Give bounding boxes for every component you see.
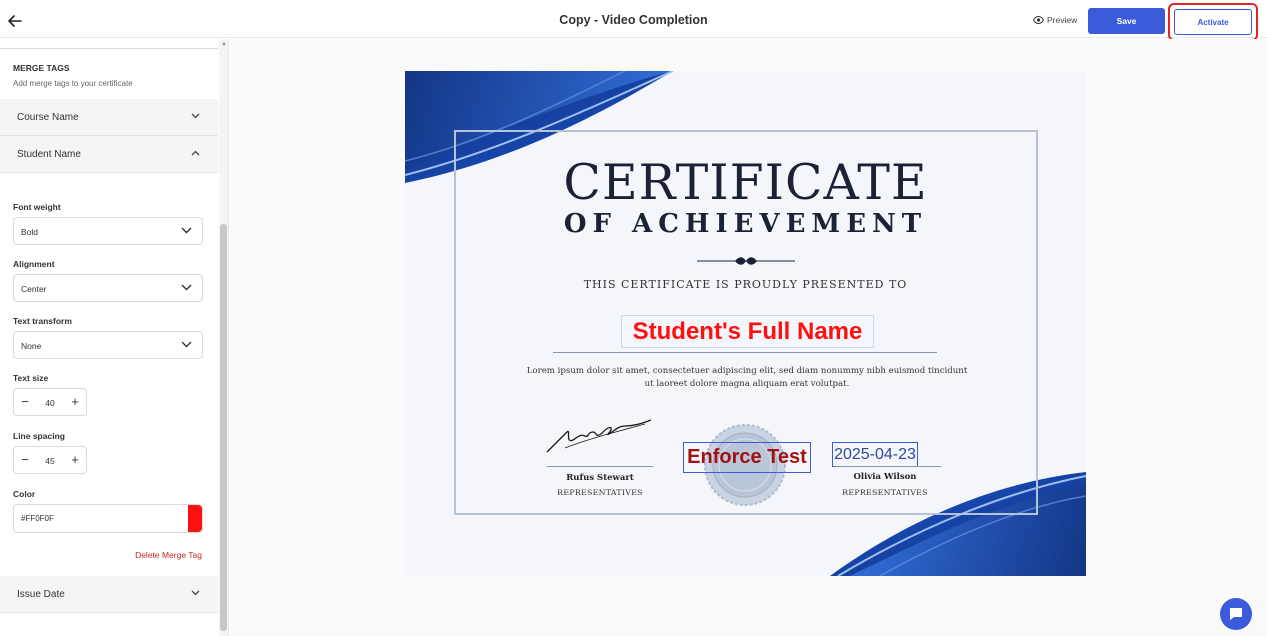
text-transform-value: None xyxy=(21,341,42,351)
alignment-select[interactable]: Center xyxy=(13,274,203,302)
chevron-down-icon xyxy=(181,227,192,234)
decrement-button[interactable]: − xyxy=(14,447,36,473)
signature-image xyxy=(546,419,652,453)
scrollbar-thumb[interactable] xyxy=(220,224,227,631)
decrement-button[interactable]: − xyxy=(14,389,36,415)
accordion-label: Student Name xyxy=(17,149,81,160)
body-line: Lorem ipsum dolor sit amet, consectetuer… xyxy=(526,366,968,376)
delete-merge-tag-link[interactable]: Delete Merge Tag xyxy=(135,550,202,560)
section-title: MERGE TAGS xyxy=(13,63,70,73)
chevron-down-icon xyxy=(191,590,200,596)
text-transform-label: Text transform xyxy=(13,316,72,326)
name-underline xyxy=(553,352,937,353)
color-label: Color xyxy=(13,489,36,499)
signer-left-name: Rufus Stewart xyxy=(566,473,634,483)
certificate-subtitle: OF ACHIEVEMENT xyxy=(563,209,928,239)
text-size-label: Text size xyxy=(13,373,49,383)
signer-right-role: REPRESENTATIVES xyxy=(842,488,928,497)
chevron-down-icon xyxy=(181,341,192,348)
chat-support-button[interactable] xyxy=(1220,598,1252,630)
font-weight-select[interactable]: Bold xyxy=(13,217,203,245)
increment-button[interactable]: + xyxy=(64,389,86,415)
certificate-title: CERTIFICATE xyxy=(563,154,928,211)
editor-canvas: CERTIFICATE OF ACHIEVEMENT THIS CERTIFIC… xyxy=(230,39,1267,636)
font-weight-label: Font weight xyxy=(13,202,61,212)
color-input[interactable]: #FF0F0F xyxy=(13,504,203,533)
certificate-preview: CERTIFICATE OF ACHIEVEMENT THIS CERTIFIC… xyxy=(405,71,1086,576)
issue-date-merge-tag[interactable]: 2025-04-23 xyxy=(832,442,918,467)
chevron-down-icon xyxy=(191,113,200,119)
save-button[interactable]: Save xyxy=(1088,8,1165,34)
font-weight-value: Bold xyxy=(21,227,39,237)
certificate-body-text: Lorem ipsum dolor sit amet, consectetuer… xyxy=(505,365,989,391)
scroll-up-icon[interactable]: ▲ xyxy=(221,41,227,47)
preview-label: Preview xyxy=(1047,15,1078,25)
accordion-student-name[interactable]: Student Name xyxy=(0,136,218,173)
sidebar-scrollbar[interactable]: ▲ xyxy=(219,39,228,636)
chat-icon xyxy=(1230,608,1242,620)
eye-icon xyxy=(1033,16,1044,24)
chevron-down-icon xyxy=(181,284,192,291)
line-spacing-value[interactable]: 45 xyxy=(36,456,64,466)
divider xyxy=(0,48,218,49)
signer-left-role: REPRESENTATIVES xyxy=(557,488,643,497)
back-arrow-icon[interactable] xyxy=(6,12,24,30)
accordion-issue-date[interactable]: Issue Date xyxy=(0,576,218,613)
signer-right-name: Olivia Wilson xyxy=(853,472,917,482)
merge-tags-sidebar: MERGE TAGS Add merge tags to your certif… xyxy=(0,39,229,636)
presented-to-text: THIS CERTIFICATE IS PROUDLY PRESENTED TO xyxy=(583,278,908,291)
chevron-up-icon xyxy=(191,150,200,156)
line-spacing-stepper: − 45 + xyxy=(13,446,87,474)
ornament-divider-icon xyxy=(697,257,795,265)
top-bar: Copy - Video Completion Preview Save Act… xyxy=(0,3,1267,41)
alignment-label: Alignment xyxy=(13,259,55,269)
line-spacing-label: Line spacing xyxy=(13,431,65,441)
activate-button[interactable]: Activate xyxy=(1174,9,1252,35)
accordion-label: Course Name xyxy=(17,112,79,123)
signature-line-right xyxy=(835,466,941,467)
text-transform-select[interactable]: None xyxy=(13,331,203,359)
preview-button[interactable]: Preview xyxy=(1033,15,1077,25)
text-size-stepper: − 40 + xyxy=(13,388,87,416)
student-name-merge-tag[interactable]: Student's Full Name xyxy=(621,315,874,348)
color-swatch[interactable] xyxy=(188,505,202,532)
alignment-value: Center xyxy=(21,284,47,294)
accordion-course-name[interactable]: Course Name xyxy=(0,99,218,136)
text-size-value[interactable]: 40 xyxy=(36,398,64,408)
activate-highlight-box: Activate xyxy=(1168,3,1258,41)
signature-line-left xyxy=(547,466,653,467)
section-subtitle: Add merge tags to your certificate xyxy=(13,79,133,88)
accordion-label: Issue Date xyxy=(17,589,65,600)
course-name-merge-tag[interactable]: Enforce Test xyxy=(683,442,811,473)
body-line: ut laoreet dolore magna aliquam erat vol… xyxy=(644,379,850,389)
increment-button[interactable]: + xyxy=(64,447,86,473)
color-hex-value: #FF0F0F xyxy=(21,514,54,523)
